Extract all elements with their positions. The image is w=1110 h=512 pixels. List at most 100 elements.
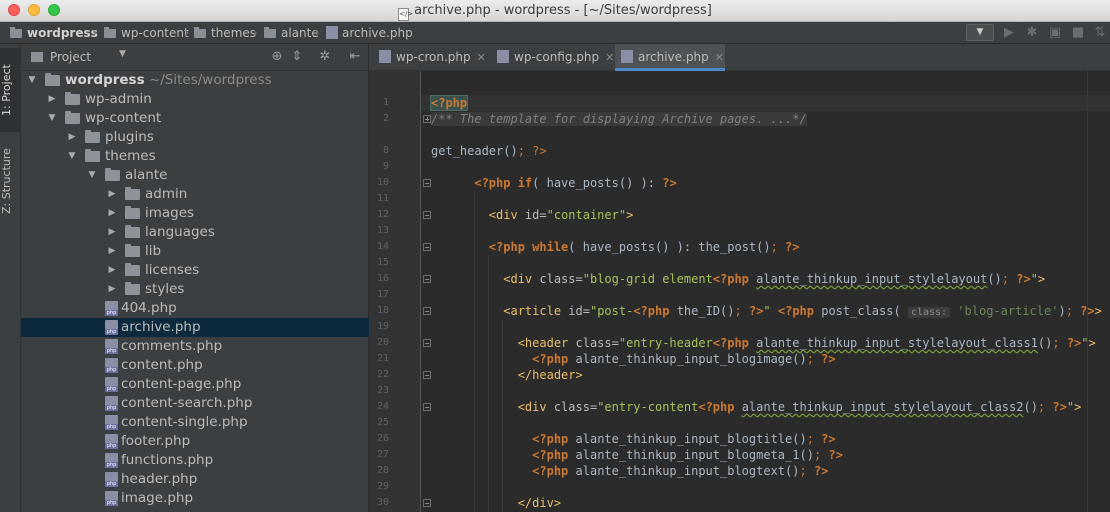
tab-wp-config[interactable]: wp-config.php ✕ — [497, 44, 614, 71]
fold-collapse-icon[interactable] — [423, 371, 431, 379]
code-line[interactable]: <div class="blog-grid element<?php alant… — [431, 271, 1045, 287]
fold-collapse-icon[interactable] — [423, 307, 431, 315]
close-icon[interactable]: ✕ — [715, 51, 724, 64]
tree-folder-item[interactable]: ▶ admin — [21, 185, 369, 204]
breadcrumb-separator: › — [314, 25, 320, 41]
tree-folder-item[interactable]: ▶ wp-admin — [21, 90, 369, 109]
code-editor[interactable]: 1 2 8 9 10 11 12 13 14 15 16 17 18 19 20 21 22 23 24 25 26 27… — [369, 71, 1110, 512]
chevron-right-icon[interactable]: ▶ — [107, 280, 117, 299]
tree-file-item[interactable]: content-search.php — [21, 394, 369, 413]
code-line[interactable]: <header class="entry-header<?php alante_… — [431, 335, 1096, 351]
fold-collapse-icon[interactable] — [423, 211, 431, 219]
code-line[interactable]: <article id="post-<?php the_ID(); ?>" <?… — [431, 303, 1102, 319]
folder-icon — [125, 244, 140, 257]
tree-file-item[interactable]: content.php — [21, 356, 369, 375]
tree-file-item[interactable]: header.php — [21, 470, 369, 489]
fold-collapse-icon[interactable] — [423, 243, 431, 251]
coverage-icon[interactable]: ▣ — [1047, 25, 1063, 41]
chevron-down-icon[interactable]: ▼ — [87, 166, 97, 185]
fold-collapse-icon[interactable] — [423, 179, 431, 187]
run-icon[interactable]: ▶ — [1001, 25, 1017, 41]
tree-file-item[interactable]: content-page.php — [21, 375, 369, 394]
code-line[interactable]: <?php if( have_posts() ): ?> — [431, 175, 676, 191]
tree-folder-item[interactable]: ▼ themes — [21, 147, 369, 166]
fold-collapse-icon[interactable] — [423, 339, 431, 347]
code-line[interactable]: get_header(); ?> — [431, 143, 547, 159]
code-line[interactable]: </header> — [431, 367, 583, 383]
line-number: 21 — [376, 353, 389, 364]
fold-collapse-icon[interactable] — [423, 403, 431, 411]
tree-file-item[interactable]: archive.php — [21, 318, 369, 337]
vcs-icon[interactable]: ⇅ — [1092, 25, 1108, 41]
gear-icon[interactable]: ✲ — [317, 49, 333, 65]
chevron-down-icon[interactable]: ▼ — [27, 71, 37, 90]
target-icon[interactable]: ⊕ — [269, 49, 285, 65]
chevron-right-icon[interactable]: ▶ — [107, 242, 117, 261]
chevron-down-icon[interactable]: ▼ — [47, 109, 57, 128]
php-file-icon — [105, 434, 118, 449]
code-line[interactable]: <?php alante_thinkup_input_blogtitle(); … — [431, 431, 835, 447]
tree-folder-item[interactable]: ▶ images — [21, 204, 369, 223]
breadcrumb-archive-php[interactable]: archive.php — [326, 22, 413, 44]
chevron-right-icon[interactable]: ▶ — [47, 90, 57, 109]
fold-collapse-icon[interactable] — [423, 275, 431, 283]
line-number: 22 — [376, 369, 389, 380]
run-configuration-dropdown[interactable]: ▼ — [966, 24, 994, 41]
tree-folder-item[interactable]: ▶ lib — [21, 242, 369, 261]
line-number: 12 — [376, 209, 389, 220]
fold-expand-icon[interactable] — [423, 115, 431, 123]
code-line[interactable]: /** The template for displaying Archive … — [431, 111, 807, 127]
chevron-right-icon[interactable]: ▶ — [107, 185, 117, 204]
hide-panel-icon[interactable]: ⇤ — [347, 49, 363, 65]
tree-folder-item[interactable]: ▶ licenses — [21, 261, 369, 280]
tab-project-tool[interactable]: 1: Project — [0, 48, 21, 132]
tree-file-item[interactable]: content-single.php — [21, 413, 369, 432]
breadcrumb-alante[interactable]: alante — [264, 22, 319, 44]
chevron-right-icon[interactable]: ▶ — [107, 204, 117, 223]
tree-file-item[interactable]: image.php — [21, 489, 369, 508]
tree-file-item[interactable]: footer.php — [21, 432, 369, 451]
php-file-icon — [379, 50, 391, 63]
project-path-hint: ~/Sites/wordpress — [148, 72, 272, 88]
tab-structure-tool[interactable]: Z: Structure — [0, 140, 21, 222]
debug-icon[interactable]: ✱ — [1024, 25, 1040, 41]
chevron-down-icon[interactable]: ▼ — [119, 49, 126, 59]
breadcrumb-wp-content[interactable]: wp-content — [104, 22, 189, 44]
code-line[interactable]: <?php alante_thinkup_input_blogmeta_1();… — [431, 447, 843, 463]
chevron-right-icon[interactable]: ▶ — [107, 223, 117, 242]
tree-folder-item[interactable]: ▶ languages — [21, 223, 369, 242]
breadcrumb-wordpress[interactable]: wordpress — [10, 22, 98, 44]
tree-folder-item[interactable]: ▼ alante — [21, 166, 369, 185]
tab-archive[interactable]: archive.php ✕ — [615, 44, 725, 71]
tree-file-item[interactable]: functions.php — [21, 451, 369, 470]
chevron-down-icon[interactable]: ▼ — [67, 147, 77, 166]
tree-folder-item[interactable]: ▶ plugins — [21, 128, 369, 147]
code-line[interactable]: <?php alante_thinkup_input_blogimage(); … — [431, 351, 835, 367]
collapse-all-icon[interactable]: ⇕ — [289, 49, 305, 65]
code-line[interactable]: <?php — [429, 95, 469, 111]
close-icon[interactable]: ✕ — [605, 51, 614, 64]
line-number-gutter[interactable]: 1 2 8 9 10 11 12 13 14 15 16 17 18 19 20 21 22 23 24 25 26 27… — [369, 71, 421, 512]
stop-icon[interactable]: ■ — [1070, 25, 1086, 41]
tree-item-label: licenses — [145, 262, 200, 278]
code-line[interactable]: </div> — [431, 495, 561, 511]
chevron-right-icon[interactable]: ▶ — [67, 128, 77, 147]
code-line[interactable]: <?php alante_thinkup_input_blogtext(); ?… — [431, 463, 828, 479]
close-icon[interactable]: ✕ — [477, 51, 486, 64]
tree-folder-item[interactable]: ▼ wordpress ~/Sites/wordpress — [21, 71, 369, 90]
line-number: 25 — [376, 417, 389, 428]
project-view-selector[interactable]: Project — [50, 50, 91, 64]
tab-wp-cron[interactable]: wp-cron.php ✕ — [379, 44, 497, 71]
tree-folder-item[interactable]: ▼ wp-content — [21, 109, 369, 128]
code-line[interactable]: <?php while( have_posts() ): the_post();… — [431, 239, 800, 255]
code-line[interactable]: <div id="container"> — [431, 207, 634, 223]
tree-file-item[interactable]: comments.php — [21, 337, 369, 356]
code-line[interactable]: <div class="entry-content<?php alante_th… — [431, 399, 1082, 415]
folder-icon — [85, 130, 100, 143]
fold-collapse-icon[interactable] — [423, 499, 431, 507]
tree-folder-item[interactable]: ▶ styles — [21, 280, 369, 299]
tree-file-item[interactable]: 404.php — [21, 299, 369, 318]
chevron-right-icon[interactable]: ▶ — [107, 261, 117, 280]
line-number: 15 — [376, 257, 389, 268]
breadcrumb-themes[interactable]: themes — [194, 22, 256, 44]
